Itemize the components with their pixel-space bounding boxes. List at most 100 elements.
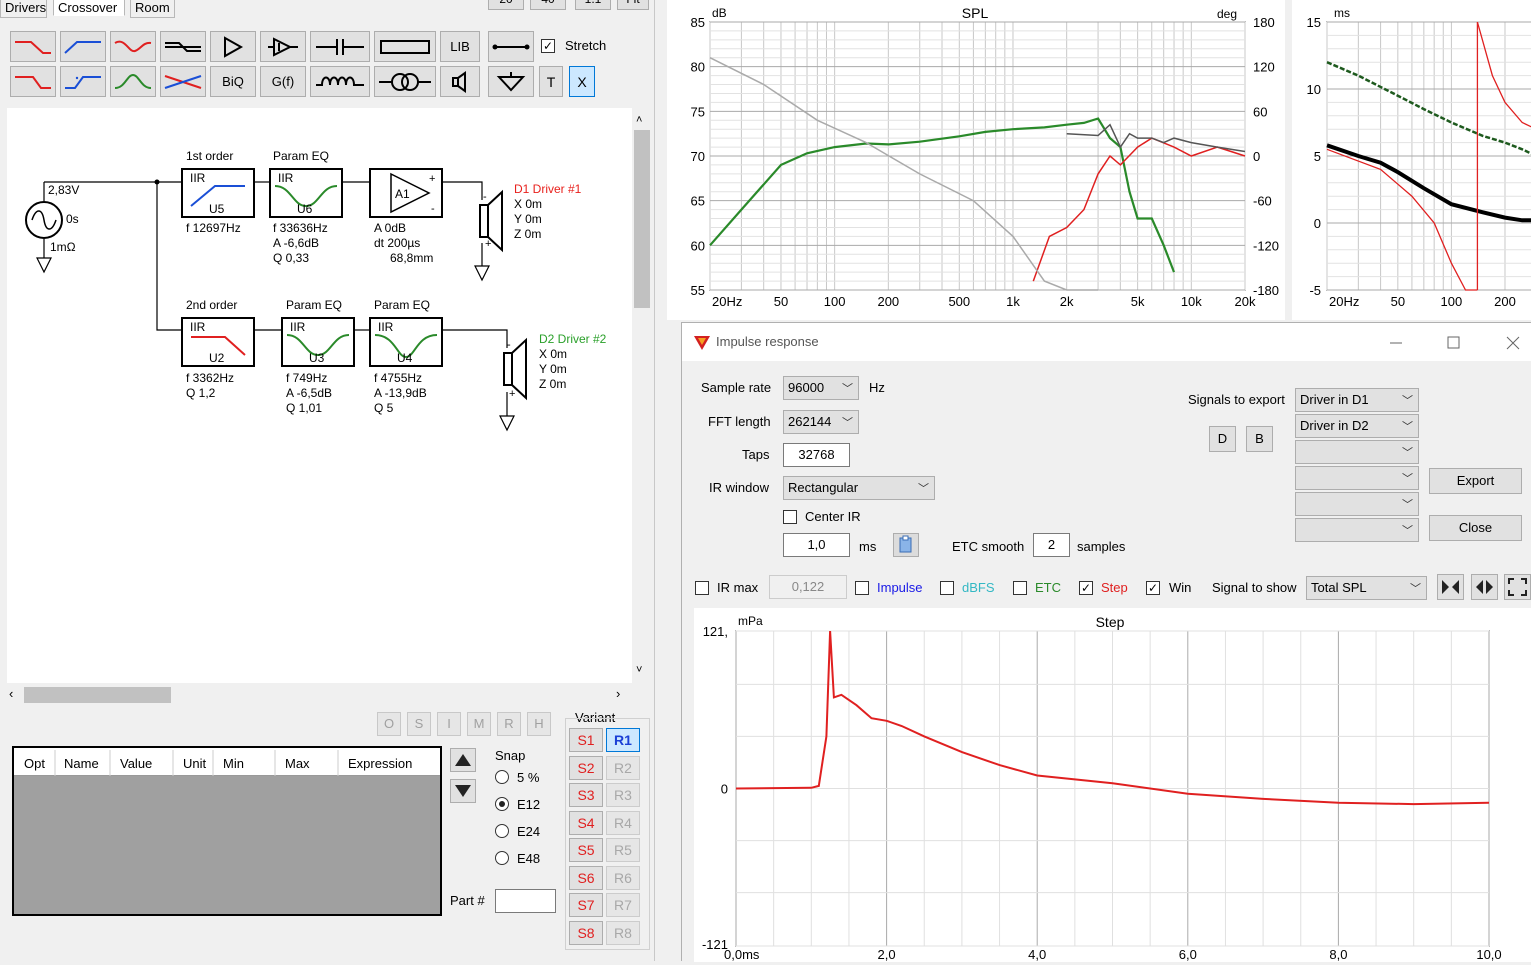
ground-button[interactable] <box>488 66 534 97</box>
tab-drivers[interactable]: Drivers <box>0 0 47 18</box>
vertical-scroll-thumb[interactable] <box>634 130 650 308</box>
maximize-icon[interactable] <box>1447 336 1460 349</box>
impulse-checkbox[interactable] <box>855 581 869 595</box>
parameter-table[interactable]: Opt Name Value Unit Min Max Expression <box>12 746 442 916</box>
paste-button[interactable] <box>893 533 919 557</box>
allpass-button[interactable] <box>160 66 206 97</box>
snap-radio-5[interactable] <box>495 770 509 784</box>
scroll-left-icon[interactable]: ‹ <box>9 686 13 701</box>
stretch-checkbox[interactable]: ✓ <box>541 39 555 53</box>
group-delay-chart[interactable]: 151050-520Hz 50 100 200ms <box>1292 0 1531 320</box>
scroll-down-icon[interactable]: ˅ <box>636 664 642 676</box>
delay-button[interactable] <box>260 31 306 62</box>
variant-r7-button[interactable]: R7 <box>606 893 640 917</box>
variant-s2-button[interactable]: S2 <box>569 755 603 780</box>
signal-export-5[interactable]: ﹀ <box>1295 492 1419 516</box>
d-button[interactable]: D <box>1209 426 1236 452</box>
ir-max-input[interactable]: 0,122 <box>769 575 847 599</box>
variant-s6-button[interactable]: S6 <box>569 865 603 890</box>
dbfs-checkbox[interactable] <box>940 581 954 595</box>
opt-o-button[interactable]: O <box>377 712 401 736</box>
inductor-button[interactable] <box>310 66 370 97</box>
zoom-fit-button[interactable]: Fit <box>617 0 649 10</box>
vertical-scrollbar[interactable]: ˄ ˅ <box>632 108 652 684</box>
library-button[interactable]: LIB <box>440 31 480 62</box>
signal-export-6[interactable]: ﹀ <box>1295 518 1419 542</box>
signal-export-1[interactable]: Driver in D1 ﹀ <box>1295 388 1419 412</box>
scroll-up-icon[interactable]: ˄ <box>636 114 642 126</box>
u4-block[interactable]: IIR U4 <box>369 317 443 367</box>
b-button[interactable]: B <box>1246 426 1273 452</box>
move-up-button[interactable] <box>450 748 476 772</box>
u2-block[interactable]: IIR U2 <box>181 317 255 367</box>
zoom-20-button[interactable]: 20 <box>488 0 524 10</box>
a1-block[interactable]: + - A1 <box>369 168 443 218</box>
variant-s1-button[interactable]: S1 <box>569 728 603 752</box>
signal-show-select[interactable]: Total SPL ﹀ <box>1306 576 1427 600</box>
variant-r3-button[interactable]: R3 <box>606 783 640 807</box>
delete-button[interactable]: X <box>569 66 595 97</box>
ir-max-checkbox[interactable] <box>695 581 709 595</box>
center-value-input[interactable]: 1,0 <box>783 533 850 557</box>
fullscreen-button[interactable] <box>1504 574 1531 600</box>
opt-s-button[interactable]: S <box>407 712 431 736</box>
etc-checkbox[interactable] <box>1013 581 1027 595</box>
opt-r-button[interactable]: R <box>497 712 521 736</box>
variant-s7-button[interactable]: S7 <box>569 893 603 917</box>
amplifier-button[interactable] <box>210 31 256 62</box>
variant-s8-button[interactable]: S8 <box>569 920 603 945</box>
variant-s5-button[interactable]: S5 <box>569 838 603 862</box>
wire-button[interactable] <box>488 31 534 62</box>
tab-room[interactable]: Room <box>130 0 175 18</box>
variant-s3-button[interactable]: S3 <box>569 783 603 807</box>
text-button[interactable]: T <box>539 66 563 97</box>
variant-r1-button[interactable]: R1 <box>606 728 640 752</box>
sample-rate-select[interactable]: 96000 ﹀ <box>783 376 859 400</box>
opt-i-button[interactable]: I <box>437 712 461 736</box>
win-checkbox[interactable]: ✓ <box>1146 581 1160 595</box>
ir-window-select[interactable]: Rectangular ﹀ <box>783 476 935 500</box>
fft-length-select[interactable]: 262144 ﹀ <box>783 410 859 434</box>
highpass-1st-button[interactable] <box>60 31 106 62</box>
signal-export-3[interactable]: ﹀ <box>1295 440 1419 464</box>
highpass-2nd-button[interactable] <box>60 66 106 97</box>
bandpass-button[interactable] <box>110 66 156 97</box>
taps-input[interactable]: 32768 <box>783 443 850 467</box>
dialog-titlebar[interactable]: Impulse response <box>682 323 1531 361</box>
snap-radio-e12[interactable] <box>495 797 509 811</box>
etc-smooth-input[interactable]: 2 <box>1033 533 1070 557</box>
biquad-button[interactable]: BiQ <box>210 66 256 97</box>
horizontal-scroll-thumb[interactable] <box>24 687 171 703</box>
opt-h-button[interactable]: H <box>527 712 551 736</box>
horizontal-scrollbar[interactable]: ‹ › <box>7 686 632 704</box>
driver-button[interactable] <box>440 66 480 97</box>
u5-block[interactable]: IIR U5 <box>181 168 255 218</box>
close-icon[interactable] <box>1506 336 1520 350</box>
shrink-button[interactable] <box>1437 574 1464 600</box>
bandstop-button[interactable] <box>110 31 156 62</box>
zoom-40-button[interactable]: 40 <box>530 0 566 10</box>
transformer-button[interactable] <box>374 66 436 97</box>
part-input[interactable] <box>495 889 556 913</box>
signal-export-4[interactable]: ﹀ <box>1295 466 1419 490</box>
variant-r6-button[interactable]: R6 <box>606 865 640 890</box>
shelf-button[interactable] <box>160 31 206 62</box>
close-button[interactable]: Close <box>1429 515 1522 541</box>
variant-s4-button[interactable]: S4 <box>569 810 603 835</box>
center-ir-checkbox[interactable] <box>783 510 797 524</box>
tab-crossover[interactable]: Crossover <box>53 0 125 16</box>
step-checkbox[interactable]: ✓ <box>1079 581 1093 595</box>
variant-r2-button[interactable]: R2 <box>606 755 640 780</box>
zoom-1-1-button[interactable]: 1:1 <box>575 0 611 10</box>
u3-block[interactable]: IIR U3 <box>281 317 355 367</box>
lowpass-1st-button[interactable] <box>10 31 56 62</box>
resistor-button[interactable] <box>374 31 436 62</box>
snap-radio-e24[interactable] <box>495 824 509 838</box>
variant-r5-button[interactable]: R5 <box>606 838 640 862</box>
scroll-right-icon[interactable]: › <box>616 686 620 701</box>
lowpass-2nd-button[interactable] <box>10 66 56 97</box>
snap-radio-e48[interactable] <box>495 851 509 865</box>
schematic-canvas[interactable]: - + - + 2,83V 0s 1mΩ 1st order IIR U5 f 12… <box>7 108 632 683</box>
u6-block[interactable]: IIR U6 <box>269 168 343 218</box>
variant-r8-button[interactable]: R8 <box>606 920 640 945</box>
